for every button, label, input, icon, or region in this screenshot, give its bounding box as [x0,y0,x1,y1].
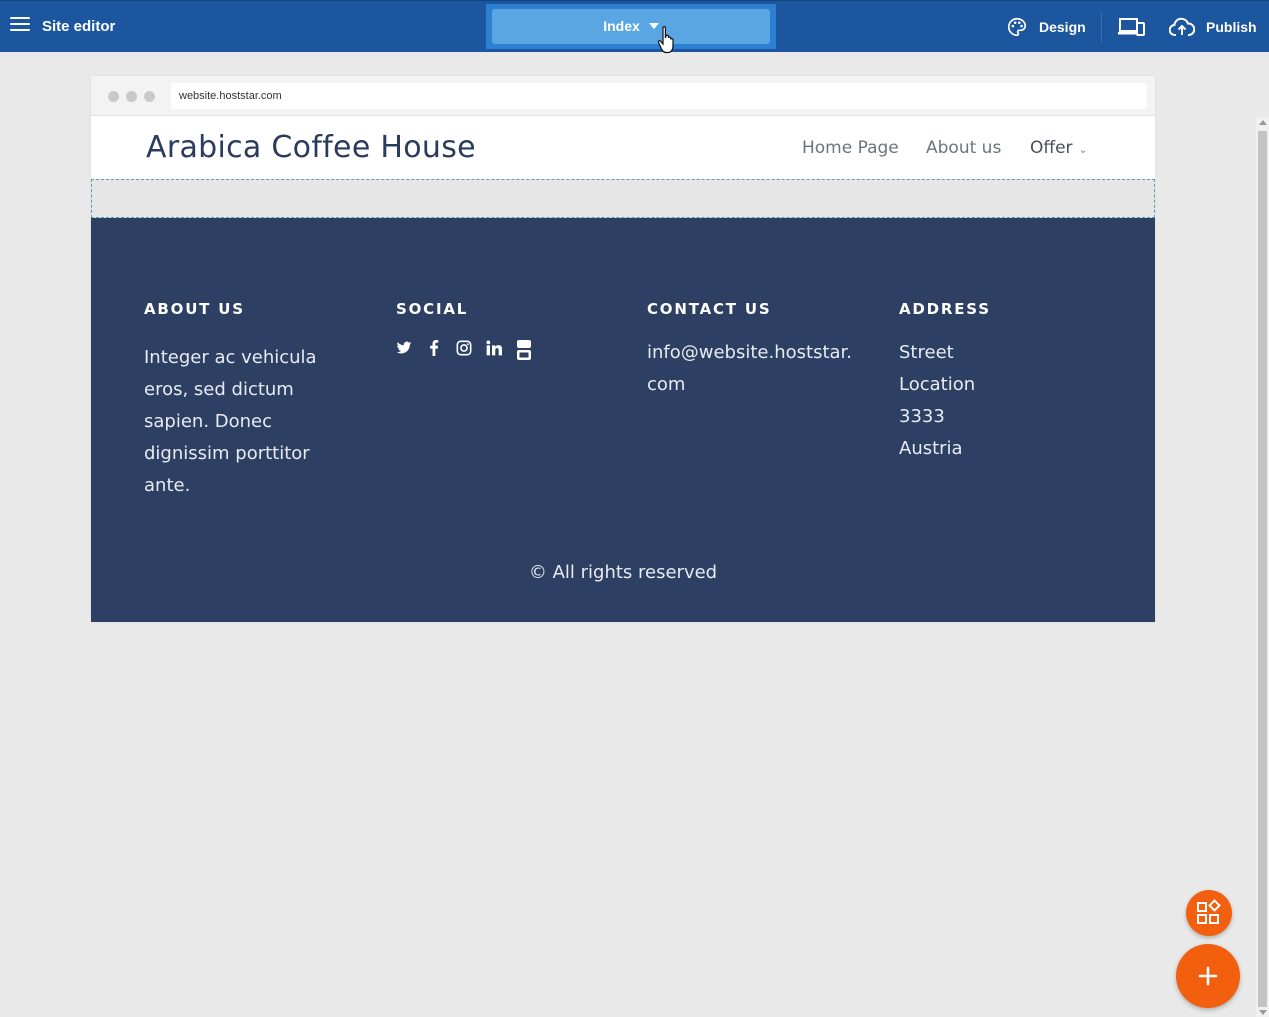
nav-about-us[interactable]: About us [926,138,1001,158]
social-icons [396,340,532,360]
editor-toolbar: Site editor Index Design Publish [0,0,1269,52]
hand-cursor-icon [657,26,674,54]
page-selector-wrap: Index [486,4,776,49]
twitter-icon[interactable] [396,340,412,356]
editor-title: Site editor [42,18,116,35]
page-selector-label: Index [603,18,640,34]
hamburger-menu-icon[interactable] [10,17,30,35]
nav-offer[interactable]: Offer ⌄ [1030,138,1088,158]
chevron-down-icon: ⌄ [1078,143,1088,156]
instagram-icon[interactable] [456,340,472,356]
footer-about-heading: ABOUT US [144,300,245,318]
address-country: Austria [899,438,963,459]
footer-about-text: Integer ac vehicula eros, sed dictum sap… [144,347,317,496]
footer-address-column: ADDRESS Street Location 3333 Austria [899,300,991,465]
palette-icon [1008,17,1027,37]
footer-contact-column: CONTACT US info@website.hoststar.com [647,300,857,401]
window-dot [108,91,119,102]
toolbar-divider [1101,12,1102,42]
devices-icon [1118,18,1145,36]
address-street: Street [899,342,954,363]
scroll-up-arrow-icon[interactable] [1259,120,1267,125]
design-label: Design [1039,19,1086,35]
browser-bar: website.hoststar.com [91,76,1155,116]
vertical-scrollbar[interactable] [1256,117,1269,1017]
site-brand[interactable]: Arabica Coffee House [146,130,476,165]
site-footer[interactable]: ABOUT US Integer ac vehicula eros, sed d… [91,218,1155,622]
address-postcode: 3333 [899,406,945,427]
add-element-button[interactable] [1176,944,1240,1008]
address-location: Location [899,374,976,395]
scroll-down-arrow-icon[interactable] [1259,1010,1267,1015]
site-header[interactable]: Arabica Coffee House Home Page About us … [91,116,1155,179]
publish-label: Publish [1206,19,1257,35]
page-selector-dropdown[interactable]: Index [492,9,770,44]
window-dot [126,91,137,102]
youtube-icon[interactable] [516,340,532,360]
plus-icon [1198,966,1218,986]
nav-offer-label: Offer [1030,138,1073,158]
linkedin-icon[interactable] [486,340,502,356]
footer-copyright: © All rights reserved [528,562,718,583]
design-button[interactable]: Design [1006,1,1086,53]
footer-contact-heading: CONTACT US [647,300,772,318]
cloud-upload-icon [1169,17,1195,36]
footer-address-heading: ADDRESS [899,300,991,318]
window-dot [144,91,155,102]
address-bar: website.hoststar.com [171,83,1147,109]
site-preview-frame: website.hoststar.com Arabica Coffee Hous… [91,76,1155,622]
footer-social-column: SOCIAL [396,300,532,360]
widgets-button[interactable] [1186,890,1232,936]
footer-address-lines: Street Location 3333 Austria [899,337,991,465]
device-preview-button[interactable] [1118,1,1146,53]
empty-section-drop-zone[interactable] [91,179,1155,218]
widgets-icon [1197,899,1221,924]
footer-contact-email[interactable]: info@website.hoststar.com [647,337,857,401]
facebook-icon[interactable] [426,340,442,356]
footer-about-column: ABOUT US Integer ac vehicula eros, sed d… [144,300,344,502]
footer-social-heading: SOCIAL [396,300,469,318]
scrollbar-thumb[interactable] [1258,131,1267,1007]
publish-button[interactable]: Publish [1169,1,1257,53]
nav-home-page[interactable]: Home Page [802,138,899,158]
